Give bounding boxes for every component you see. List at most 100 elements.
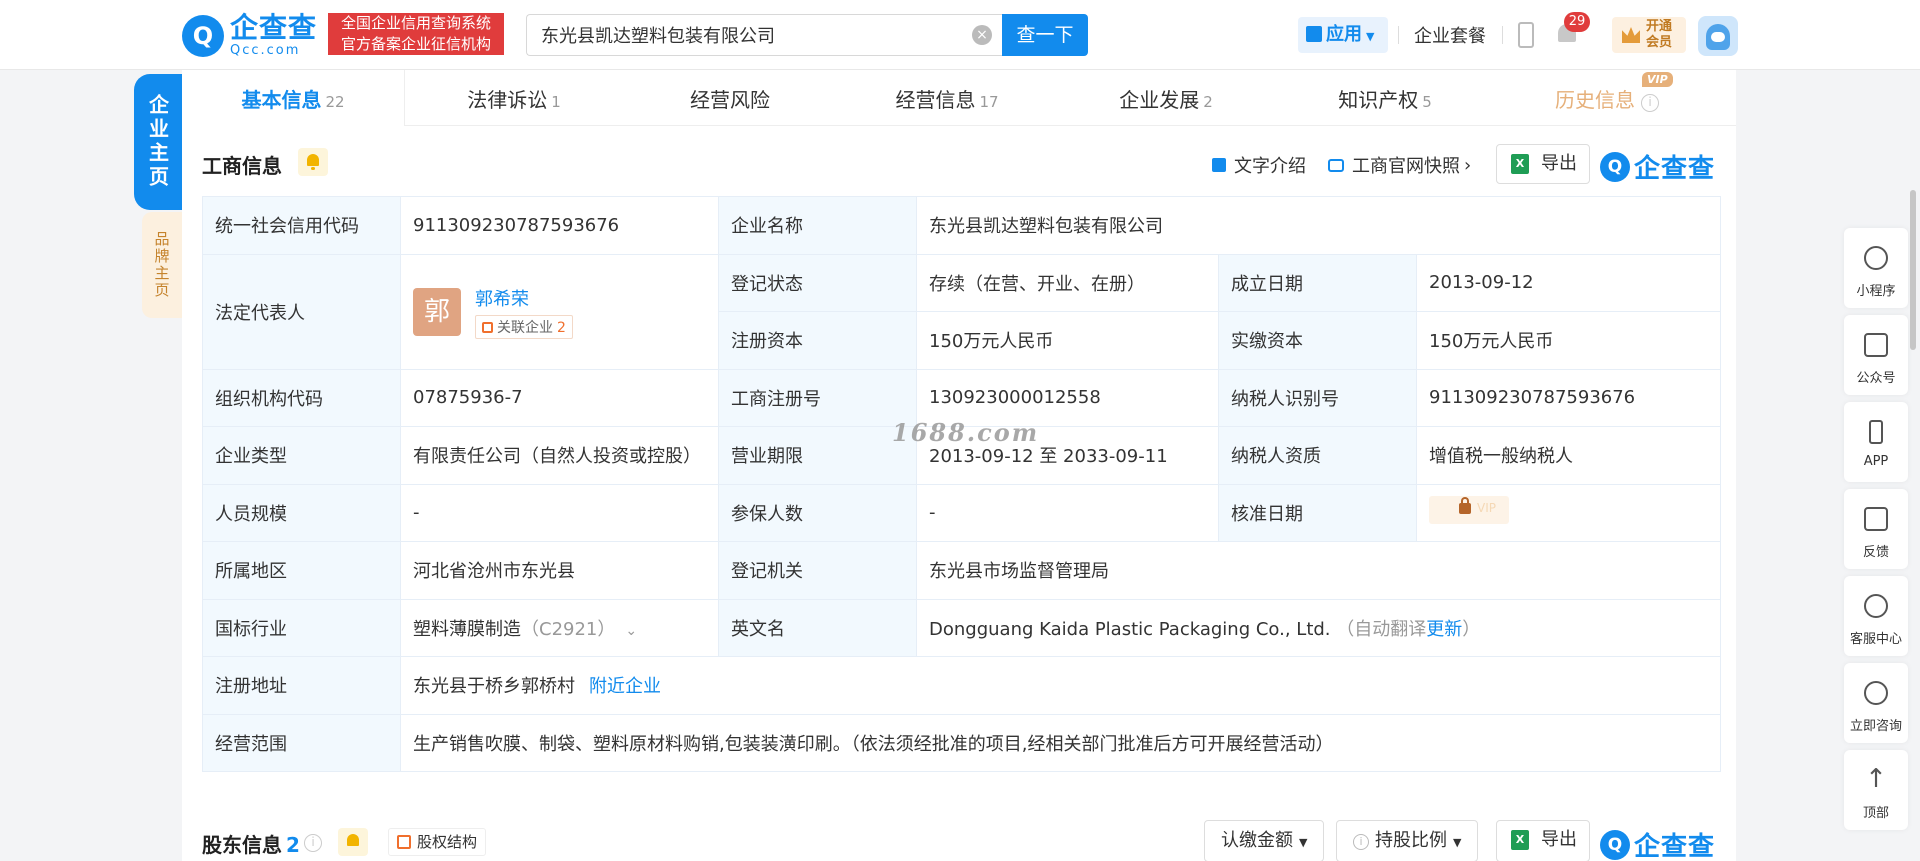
site-logo[interactable]: Q 企查查 Qcc.com [182, 14, 317, 57]
info-icon: i [1641, 94, 1659, 112]
user-avatar[interactable] [1698, 16, 1738, 56]
mobile-icon[interactable] [1518, 22, 1534, 48]
related-companies-button[interactable]: 关联企业 2 [475, 314, 573, 339]
region-label: 所属地区 [202, 541, 401, 600]
industry-cell[interactable]: 塑料薄膜制造（C2921） ⌄ [400, 598, 719, 657]
app-menu-button[interactable]: 应用 ▼ [1298, 17, 1388, 53]
nearby-companies-link[interactable]: 附近企业 [589, 676, 661, 697]
caret-down-icon: ▼ [1453, 836, 1462, 849]
lock-icon [1459, 497, 1471, 515]
chevron-down-icon[interactable]: ⌄ [625, 623, 637, 639]
share-ratio-label: 持股比例 [1375, 830, 1447, 851]
search-input[interactable] [527, 15, 947, 55]
tab-legal[interactable]: 法律诉讼 1 [404, 70, 624, 126]
tab-label: 经营风险 [690, 88, 770, 112]
sidebar-item-label: 小程序 [1856, 284, 1896, 299]
table-row: 注册地址 东光县于桥乡郭桥村 附近企业 [202, 656, 1722, 715]
back-to-top-icon: ↑ [1865, 764, 1887, 794]
slogan-line-2: 官方备案企业征信机构 [340, 35, 491, 53]
monitor-bell-icon[interactable] [338, 828, 368, 856]
sidebar-item-label: APP [1863, 454, 1889, 469]
legal-rep-name-link[interactable]: 郭希荣 [475, 285, 573, 311]
close-paren: ） [1462, 618, 1481, 640]
taxpayer-id-value: 911309230787593676 [1415, 368, 1722, 427]
reg-capital-value: 150万元人民币 [916, 311, 1219, 370]
reg-capital-label: 注册资本 [718, 311, 917, 370]
biz-reg-no-label: 工商注册号 [718, 368, 917, 427]
industry-value: 塑料薄膜制造 [413, 618, 521, 640]
taxpayer-qual-label: 纳税人资质 [1218, 426, 1417, 485]
page-scrollbar[interactable] [1910, 190, 1916, 350]
crown-icon [1622, 27, 1640, 43]
sidebar-item-consult[interactable]: 立即咨询 [1844, 663, 1908, 743]
package-link[interactable]: 企业套餐 [1414, 22, 1486, 48]
header-divider [1502, 26, 1503, 44]
clear-search-icon[interactable]: × [972, 25, 992, 45]
excel-icon: X [1511, 154, 1529, 174]
chevron-right-icon: › [1464, 154, 1472, 176]
est-date-label: 成立日期 [1218, 253, 1417, 312]
caret-down-icon: ▼ [1299, 836, 1308, 849]
vip-locked-value[interactable]: VIP [1429, 496, 1509, 525]
chat-icon [1864, 681, 1888, 705]
legal-rep-avatar[interactable]: 郭 [413, 287, 461, 336]
sidebar-item-top[interactable]: ↑ 顶部 [1844, 750, 1908, 830]
slogan-line-1: 全国企业信用查询系统 [340, 14, 491, 32]
shareholder-export-button[interactable]: X 导出 [1496, 820, 1590, 861]
brand-logo: Q 企查查 [1600, 826, 1715, 861]
sidebar-item-feedback[interactable]: 反馈 [1844, 489, 1908, 569]
tab-operation[interactable]: 经营信息 17 [836, 70, 1058, 126]
export-button[interactable]: X 导出 [1496, 144, 1590, 184]
snapshot-label: 工商官网快照 [1352, 156, 1460, 177]
sidebar-item-miniprogram[interactable]: 小程序 [1844, 228, 1908, 308]
tab-basic-info[interactable]: 基本信息 22 [182, 70, 404, 126]
est-date-value: 2013-09-12 [1415, 253, 1722, 312]
update-translation-link[interactable]: 更新 [1426, 619, 1462, 640]
tab-label: 基本信息 [241, 88, 322, 112]
structure-icon [397, 835, 411, 849]
address-label: 注册地址 [202, 656, 401, 715]
english-name-label: 英文名 [718, 598, 917, 657]
monitor-bell-icon[interactable] [298, 148, 328, 176]
search-button[interactable]: 查一下 [1002, 14, 1088, 56]
related-count: 2 [557, 319, 566, 336]
table-row: 法定代表人 郭 郭希荣 关联企业 2 登记状态 存续（在营、开业、在册） 成立日期… [202, 253, 1722, 370]
apps-grid-icon [1306, 26, 1322, 42]
address-value: 东光县于桥乡郭桥村 [413, 676, 575, 698]
insured-value: - [916, 483, 1219, 542]
brand-text: 企查查 [1634, 154, 1716, 184]
sidebar-item-official-account[interactable]: 公众号 [1844, 315, 1908, 395]
authority-label: 登记机关 [718, 541, 917, 600]
sidebar-item-app[interactable]: APP [1844, 402, 1908, 482]
company-home-tab[interactable]: 企业主页 [134, 74, 182, 210]
logo-icon: Q [182, 14, 224, 57]
share-ratio-dropdown[interactable]: i 持股比例 ▼ [1336, 820, 1479, 861]
sidebar-item-service[interactable]: 客服中心 [1844, 576, 1908, 656]
miniprogram-icon [1864, 246, 1888, 270]
vip-open-button[interactable]: 开通 会员 [1612, 17, 1686, 53]
region-value: 河北省沧州市东光县 [400, 541, 719, 600]
legal-rep-cell: 郭 郭希荣 关联企业 2 [400, 253, 719, 370]
table-row: 国标行业 塑料薄膜制造（C2921） ⌄ 英文名 Dongguang Kaida … [202, 598, 1722, 657]
section-tabs: 基本信息 22 法律诉讼 1 经营风险 经营信息 17 企业发展 2 知识产权 5 历史信… [182, 70, 1736, 126]
tab-ip[interactable]: 知识产权 5 [1274, 70, 1496, 126]
snapshot-button[interactable]: 工商官网快照 › [1328, 152, 1471, 178]
search-box: × [526, 14, 1002, 56]
taxpayer-qual-value: 增值税一般纳税人 [1415, 426, 1722, 485]
tab-history[interactable]: 历史信息 i [1496, 70, 1718, 126]
brand-home-tab[interactable]: 品牌主页 [142, 212, 182, 318]
export-label: 导出 [1541, 153, 1577, 174]
paid-capital-label: 实缴资本 [1218, 311, 1417, 370]
info-icon[interactable]: i [304, 834, 322, 852]
shareholder-count: 2 [286, 833, 300, 857]
tab-count: 17 [979, 93, 999, 111]
text-intro-button[interactable]: 文字介绍 [1212, 152, 1306, 178]
logo-icon: Q [1600, 151, 1630, 182]
english-name-value: Dongguang Kaida Plastic Packaging Co., L… [929, 618, 1331, 640]
table-row: 统一社会信用代码 911309230787593676 企业名称 东光县凯达塑料… [202, 196, 1722, 255]
tab-risk[interactable]: 经营风险 [624, 70, 836, 126]
reg-status-value: 存续（在营、开业、在册） [916, 253, 1219, 312]
subscribed-amount-dropdown[interactable]: 认缴金额 ▼ [1204, 820, 1325, 861]
tab-development[interactable]: 企业发展 2 [1058, 70, 1274, 126]
equity-structure-button[interactable]: 股权结构 [388, 828, 487, 856]
